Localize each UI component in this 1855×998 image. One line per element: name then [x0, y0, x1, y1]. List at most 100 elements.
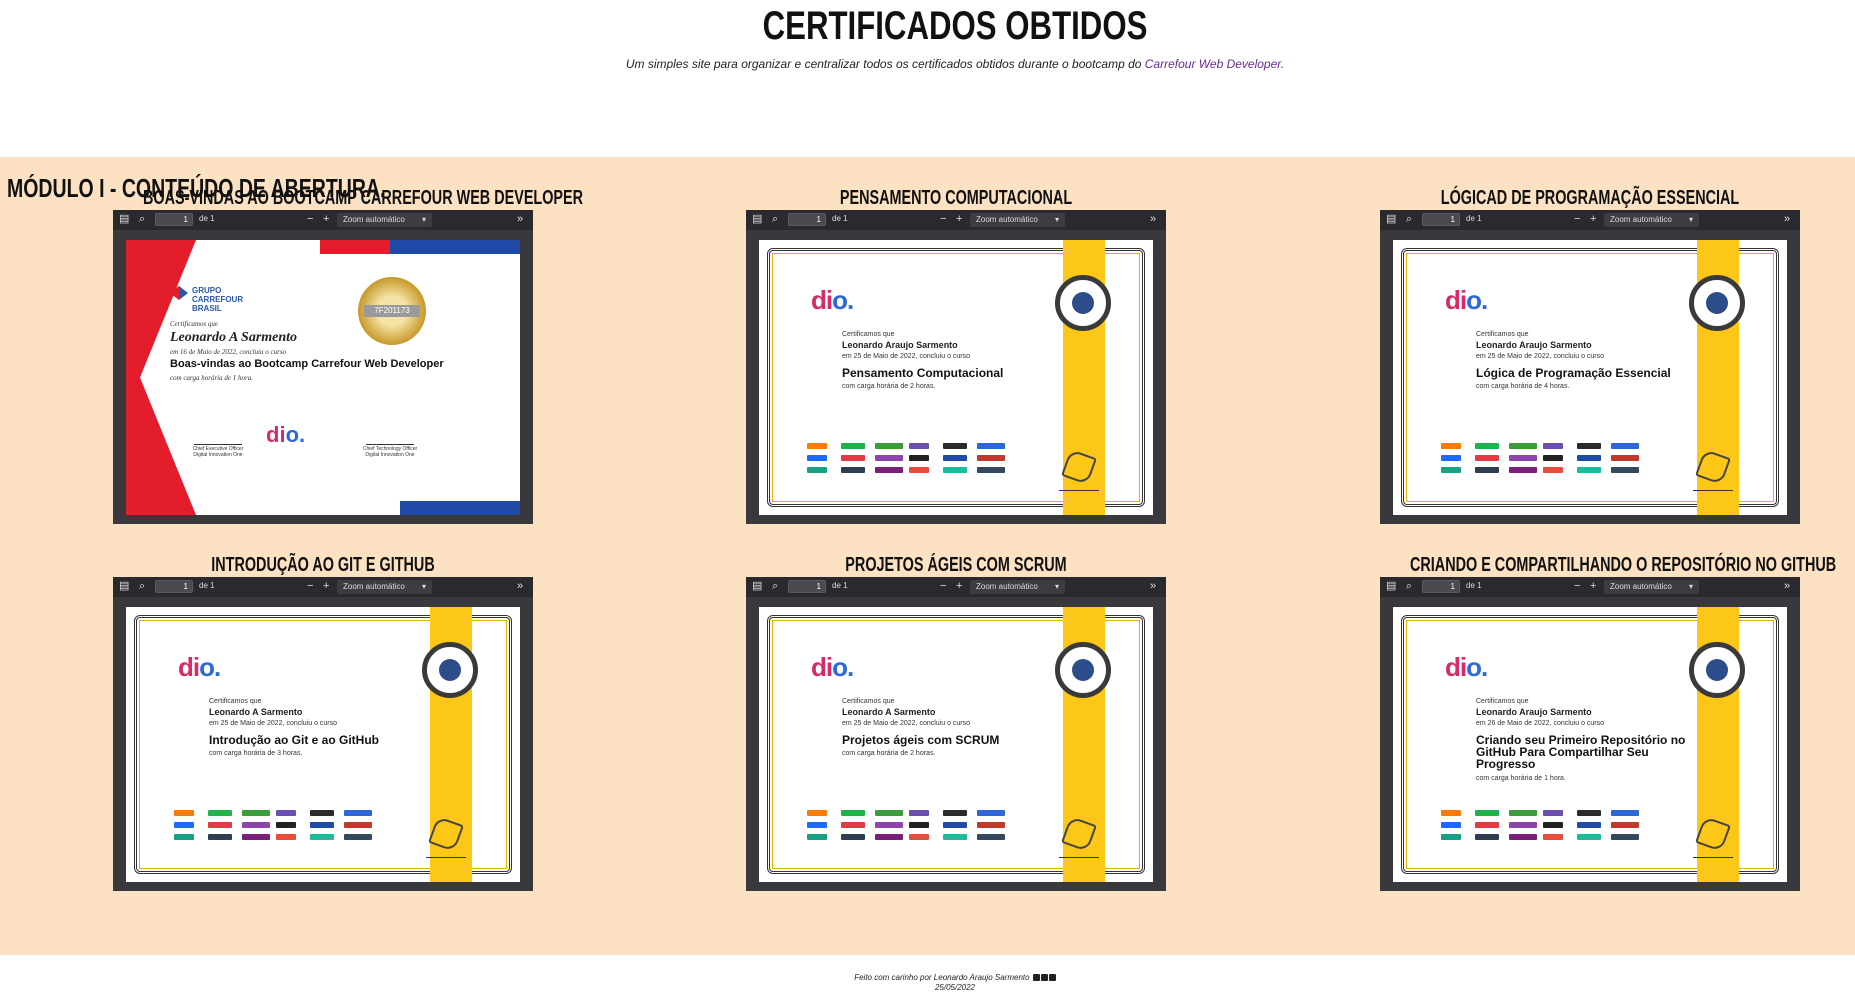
sidebar-toggle-icon[interactable]: ▤: [752, 580, 762, 593]
sponsor-logo: [1543, 443, 1563, 449]
tools-menu-icon[interactable]: »: [517, 580, 523, 593]
page-number-input[interactable]: 1: [788, 213, 826, 226]
github-icon[interactable]: [1040, 974, 1048, 982]
pdf-viewer[interactable]: ▤ ⌕ 1 de 1 − + Zoom automático ▾ » dio. Certifica…: [113, 577, 533, 891]
pdf-viewer[interactable]: ▤ ⌕ 1 de 1 − + Zoom automático ▾ » dio. Certifica…: [1380, 577, 1800, 891]
dio-logo: dio.: [811, 652, 854, 682]
sidebar-toggle-icon[interactable]: ▤: [1386, 213, 1396, 226]
certify-text: Certificamos que: [1476, 331, 1529, 338]
pdf-toolbar: ▤ ⌕ 1 de 1 − + Zoom automático ▾ »: [1380, 577, 1800, 597]
social-icons: [1032, 973, 1056, 982]
sponsor-logo: [174, 834, 194, 840]
sponsor-logo: [875, 467, 903, 473]
zoom-out-icon[interactable]: −: [940, 580, 946, 593]
certify-text: Certificamos que: [842, 698, 895, 705]
chevron-down-icon: ▾: [1688, 582, 1693, 591]
sponsor-logo: [1543, 455, 1563, 461]
page-number-input[interactable]: 1: [788, 580, 826, 593]
recipient-name: Leonardo A Sarmento: [209, 707, 303, 717]
blue-band-bottom: [400, 501, 520, 515]
pdf-viewer[interactable]: ▤ ⌕ 1 de 1 − + Zoom automático ▾ » dio. Certifica…: [746, 210, 1166, 524]
zoom-out-icon[interactable]: −: [307, 213, 313, 226]
zoom-select[interactable]: Zoom automático ▾: [970, 580, 1065, 594]
page-count: de 1: [832, 581, 848, 590]
zoom-out-icon[interactable]: −: [1574, 580, 1580, 593]
sponsor-logo: [344, 834, 372, 840]
sponsor-logo: [943, 810, 967, 816]
search-icon[interactable]: ⌕: [772, 213, 778, 226]
instagram-icon[interactable]: [1048, 974, 1056, 982]
completion-date: em 16 de Maio de 2022, concluiu o curso: [170, 348, 287, 356]
search-icon[interactable]: ⌕: [139, 213, 145, 226]
zoom-select[interactable]: Zoom automático ▾: [970, 213, 1065, 227]
pdf-toolbar: ▤ ⌕ 1 de 1 − + Zoom automático ▾ »: [113, 210, 533, 230]
zoom-select[interactable]: Zoom automático ▾: [337, 213, 432, 227]
zoom-in-icon[interactable]: +: [1590, 580, 1596, 593]
tools-menu-icon[interactable]: »: [517, 213, 523, 226]
page-number-input[interactable]: 1: [1422, 213, 1460, 226]
pdf-viewer[interactable]: ▤ ⌕ 1 de 1 − + Zoom automático ▾ » GRUPO…: [113, 210, 533, 524]
sponsor-logos: [1441, 810, 1651, 850]
sponsor-logo: [1543, 822, 1563, 828]
carrefour-link[interactable]: Carrefour Web Developer: [1145, 57, 1281, 71]
sponsor-logo: [1509, 810, 1537, 816]
zoom-out-icon[interactable]: −: [940, 213, 946, 226]
signature: [1693, 435, 1733, 491]
sponsor-logo: [977, 822, 1005, 828]
tools-menu-icon[interactable]: »: [1150, 580, 1156, 593]
certificate-seal-icon: [422, 642, 478, 698]
search-icon[interactable]: ⌕: [139, 580, 145, 593]
tools-menu-icon[interactable]: »: [1784, 580, 1790, 593]
linkedin-icon[interactable]: [1032, 974, 1040, 982]
sponsor-logo: [242, 834, 270, 840]
zoom-in-icon[interactable]: +: [956, 580, 962, 593]
certify-text: Certificamos que: [842, 331, 895, 338]
chevron-down-icon: ▾: [421, 215, 426, 224]
zoom-in-icon[interactable]: +: [1590, 213, 1596, 226]
sponsor-logo: [1611, 443, 1639, 449]
sponsor-logo: [943, 467, 967, 473]
pdf-viewer[interactable]: ▤ ⌕ 1 de 1 − + Zoom automático ▾ » dio. Certifica…: [746, 577, 1166, 891]
sidebar-toggle-icon[interactable]: ▤: [119, 213, 129, 226]
recipient-name: Leonardo A Sarmento: [170, 330, 298, 345]
search-icon[interactable]: ⌕: [1406, 213, 1412, 226]
recipient-name: Leonardo Araujo Sarmento: [842, 340, 958, 350]
sponsor-logo: [841, 834, 865, 840]
zoom-select[interactable]: Zoom automático ▾: [1604, 213, 1699, 227]
certificate-seal-icon: [1689, 275, 1745, 331]
sponsor-logos: [807, 443, 1017, 483]
dio-logo: dio.: [266, 422, 306, 447]
zoom-in-icon[interactable]: +: [323, 580, 329, 593]
sponsor-logo: [807, 834, 827, 840]
zoom-in-icon[interactable]: +: [323, 213, 329, 226]
sidebar-toggle-icon[interactable]: ▤: [1386, 580, 1396, 593]
zoom-select[interactable]: Zoom automático ▾: [337, 580, 432, 594]
tools-menu-icon[interactable]: »: [1150, 213, 1156, 226]
page-subtitle: Um simples site para organizar e central…: [0, 57, 1855, 71]
page-number-input[interactable]: 1: [155, 213, 193, 226]
zoom-out-icon[interactable]: −: [1574, 213, 1580, 226]
zoom-in-icon[interactable]: +: [956, 213, 962, 226]
zoom-label: Zoom automático: [343, 582, 405, 591]
sponsor-logo: [1543, 834, 1563, 840]
course-hours: com carga horária de 3 horas.: [209, 750, 303, 757]
sponsor-logo: [909, 443, 929, 449]
page-number-input[interactable]: 1: [155, 580, 193, 593]
certificate-title: PENSAMENTO COMPUTACIONAL: [839, 187, 1073, 209]
pdf-viewer[interactable]: ▤ ⌕ 1 de 1 − + Zoom automático ▾ » dio. Certifica…: [1380, 210, 1800, 524]
certificate-document: dio. Certificamos que Leonardo Araujo Sarm…: [759, 240, 1153, 515]
page-number-input[interactable]: 1: [1422, 580, 1460, 593]
signature: [426, 802, 466, 858]
sidebar-toggle-icon[interactable]: ▤: [119, 580, 129, 593]
sponsor-logo: [943, 822, 967, 828]
search-icon[interactable]: ⌕: [1406, 580, 1412, 593]
sponsor-logo: [1611, 822, 1639, 828]
zoom-out-icon[interactable]: −: [307, 580, 313, 593]
zoom-select[interactable]: Zoom automático ▾: [1604, 580, 1699, 594]
tools-menu-icon[interactable]: »: [1784, 213, 1790, 226]
sidebar-toggle-icon[interactable]: ▤: [752, 213, 762, 226]
search-icon[interactable]: ⌕: [772, 580, 778, 593]
zoom-label: Zoom automático: [1610, 582, 1672, 591]
sponsor-logo: [909, 834, 929, 840]
sponsor-logo: [310, 810, 334, 816]
